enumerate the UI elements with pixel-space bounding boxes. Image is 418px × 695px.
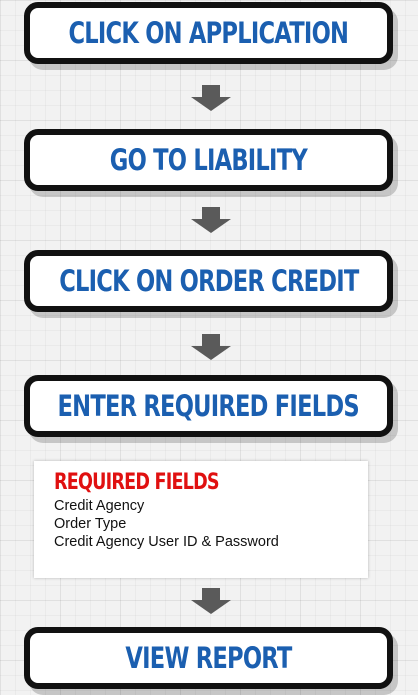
flow-diagram: CLICK ON APPLICATION GO TO LIABILITY CLI… <box>0 0 418 695</box>
step-label: CLICK ON APPLICATION <box>68 16 350 50</box>
step-click-on-order-credit: CLICK ON ORDER CREDIT <box>24 250 393 312</box>
step-label: CLICK ON ORDER CREDIT <box>58 264 359 298</box>
step-view-report: VIEW REPORT <box>24 627 393 689</box>
required-field-item: Credit Agency <box>54 498 145 514</box>
step-click-on-application: CLICK ON APPLICATION <box>24 2 393 64</box>
step-label: GO TO LIABILITY <box>109 143 308 177</box>
required-field-item: Credit Agency User ID & Password <box>54 534 279 550</box>
step-go-to-liability: GO TO LIABILITY <box>24 129 393 191</box>
step-label: VIEW REPORT <box>125 641 292 675</box>
required-fields-title: REQUIRED FIELDS <box>54 470 220 495</box>
required-field-item: Order Type <box>54 516 127 532</box>
step-label: ENTER REQUIRED FIELDS <box>57 389 360 423</box>
required-fields-card: REQUIRED FIELDS Credit Agency Order Type… <box>34 461 368 578</box>
step-enter-required-fields: ENTER REQUIRED FIELDS <box>24 375 393 437</box>
